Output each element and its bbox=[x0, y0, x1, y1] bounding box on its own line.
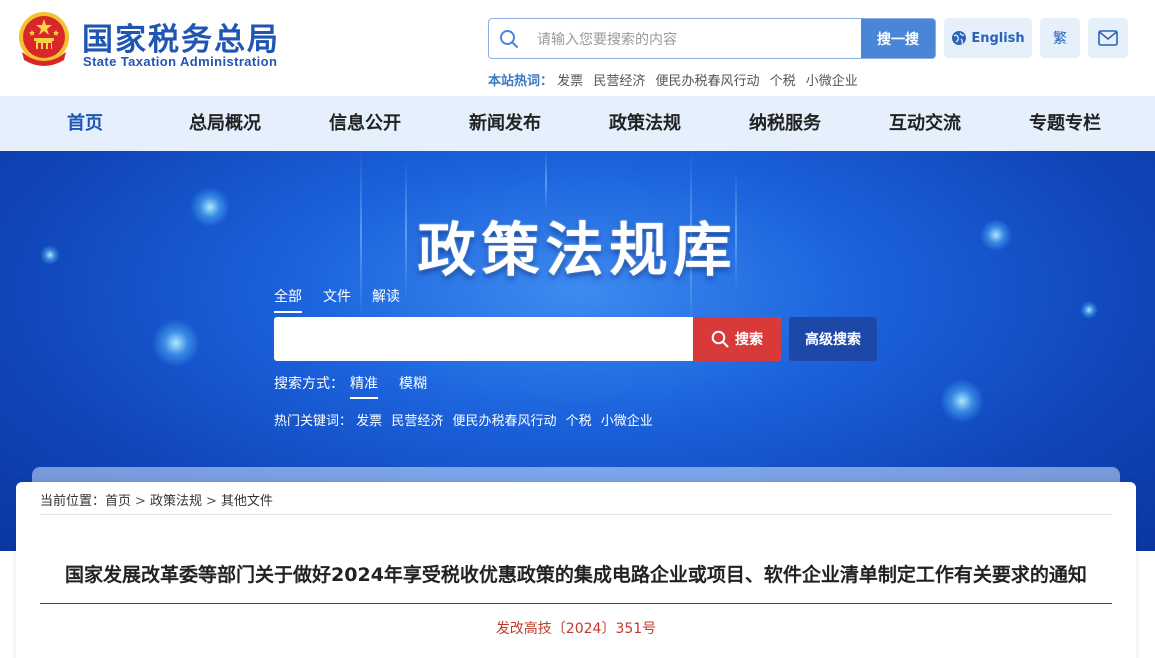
policy-search-input[interactable] bbox=[274, 317, 692, 361]
hot-keyword-link[interactable]: 个税 bbox=[566, 414, 592, 429]
banner-light-dot bbox=[1080, 301, 1098, 319]
tab-documents[interactable]: 文件 bbox=[323, 286, 351, 311]
english-version-button[interactable]: English bbox=[944, 18, 1032, 58]
policy-search-button[interactable]: 搜索 bbox=[693, 317, 781, 361]
hot-keyword-link[interactable]: 便民办税春风行动 bbox=[452, 414, 556, 429]
banner-title: 政策法规库 bbox=[417, 216, 738, 284]
site-logo-subtitle[interactable]: State Taxation Administration bbox=[83, 54, 277, 69]
breadcrumb-other-docs[interactable]: 其他文件 bbox=[221, 494, 273, 509]
main-navigation: 首页 总局概况 信息公开 新闻发布 政策法规 纳税服务 互动交流 专题专栏 bbox=[0, 96, 1155, 151]
hot-words-label: 本站热词： bbox=[488, 74, 554, 89]
nav-item-disclosure[interactable]: 信息公开 bbox=[310, 96, 420, 151]
hot-word-link[interactable]: 个税 bbox=[770, 74, 796, 89]
breadcrumb-separator: > bbox=[135, 494, 146, 509]
document-card: 当前位置：首页 > 政策法规 > 其他文件 国家发展改革委等部门关于做好2024年享受税… bbox=[16, 482, 1136, 658]
hot-word-link[interactable]: 便民办税春风行动 bbox=[655, 74, 759, 89]
nav-item-news[interactable]: 新闻发布 bbox=[450, 96, 560, 151]
search-mode-exact[interactable]: 精准 bbox=[350, 373, 378, 399]
hot-word-link[interactable]: 民营经济 bbox=[593, 74, 645, 89]
nav-item-tax-service[interactable]: 纳税服务 bbox=[730, 96, 840, 151]
policy-search-box: 搜索 bbox=[274, 317, 781, 361]
breadcrumb-separator: > bbox=[205, 494, 217, 509]
hot-keyword-link[interactable]: 发票 bbox=[356, 414, 382, 429]
hot-keyword-link[interactable]: 小微企业 bbox=[601, 414, 653, 429]
banner-hot-keywords: 热门关键词： 发票 民营经济 便民办税春风行动 个税 小微企业 bbox=[274, 410, 658, 429]
hot-word-link[interactable]: 小微企业 bbox=[806, 74, 858, 89]
tab-interpretations[interactable]: 解读 bbox=[372, 286, 400, 311]
site-header: 国家税务总局 State Taxation Administration 搜一搜… bbox=[0, 0, 1155, 96]
nav-item-overview[interactable]: 总局概况 bbox=[170, 96, 280, 151]
banner-light-dot bbox=[152, 319, 200, 367]
hot-keyword-link[interactable]: 民营经济 bbox=[391, 414, 443, 429]
advanced-search-button[interactable]: 高级搜索 bbox=[789, 317, 877, 361]
english-label: English bbox=[971, 30, 1025, 46]
breadcrumb-label: 当前位置： bbox=[40, 494, 106, 509]
policy-search-label: 搜索 bbox=[735, 332, 763, 348]
document-number: 发改高技〔2024〕351号 bbox=[495, 621, 657, 637]
nav-item-interaction[interactable]: 互动交流 bbox=[870, 96, 980, 151]
banner-light-streak bbox=[545, 151, 547, 211]
search-mode-fuzzy[interactable]: 模糊 bbox=[399, 373, 427, 393]
nav-item-policy[interactable]: 政策法规 bbox=[590, 96, 700, 151]
breadcrumb-home[interactable]: 首页 bbox=[105, 494, 131, 509]
search-icon bbox=[711, 330, 729, 348]
document-title: 国家发展改革委等部门关于做好2024年享受税收优惠政策的集成电路企业或项目、软件… bbox=[65, 564, 1087, 586]
mail-button[interactable] bbox=[1088, 18, 1128, 58]
hot-keywords-label: 热门关键词： bbox=[274, 414, 353, 429]
nav-item-special[interactable]: 专题专栏 bbox=[1010, 96, 1120, 151]
tab-all[interactable]: 全部 bbox=[274, 286, 302, 313]
breadcrumb: 当前位置：首页 > 政策法规 > 其他文件 bbox=[40, 490, 273, 509]
search-icon bbox=[500, 30, 518, 48]
national-emblem-icon[interactable] bbox=[16, 10, 72, 68]
breadcrumb-divider bbox=[40, 514, 1112, 515]
banner-light-dot bbox=[940, 379, 984, 423]
nav-item-home[interactable]: 首页 bbox=[30, 96, 140, 151]
site-logo-title[interactable]: 国家税务总局 bbox=[82, 14, 280, 59]
breadcrumb-policy[interactable]: 政策法规 bbox=[150, 494, 202, 509]
mail-icon bbox=[1098, 30, 1118, 46]
globe-icon bbox=[952, 31, 967, 45]
title-divider bbox=[40, 603, 1112, 604]
hot-word-link[interactable]: 发票 bbox=[557, 74, 583, 89]
site-search-button[interactable]: 搜一搜 bbox=[861, 19, 935, 58]
site-search-box: 搜一搜 bbox=[488, 18, 936, 59]
site-hot-words: 本站热词： 发票 民营经济 便民办税春风行动 个税 小微企业 bbox=[488, 70, 864, 89]
search-mode-label: 搜索方式： bbox=[274, 376, 344, 392]
traditional-chinese-button[interactable]: 繁 bbox=[1040, 18, 1080, 58]
site-search-input[interactable] bbox=[537, 19, 857, 58]
